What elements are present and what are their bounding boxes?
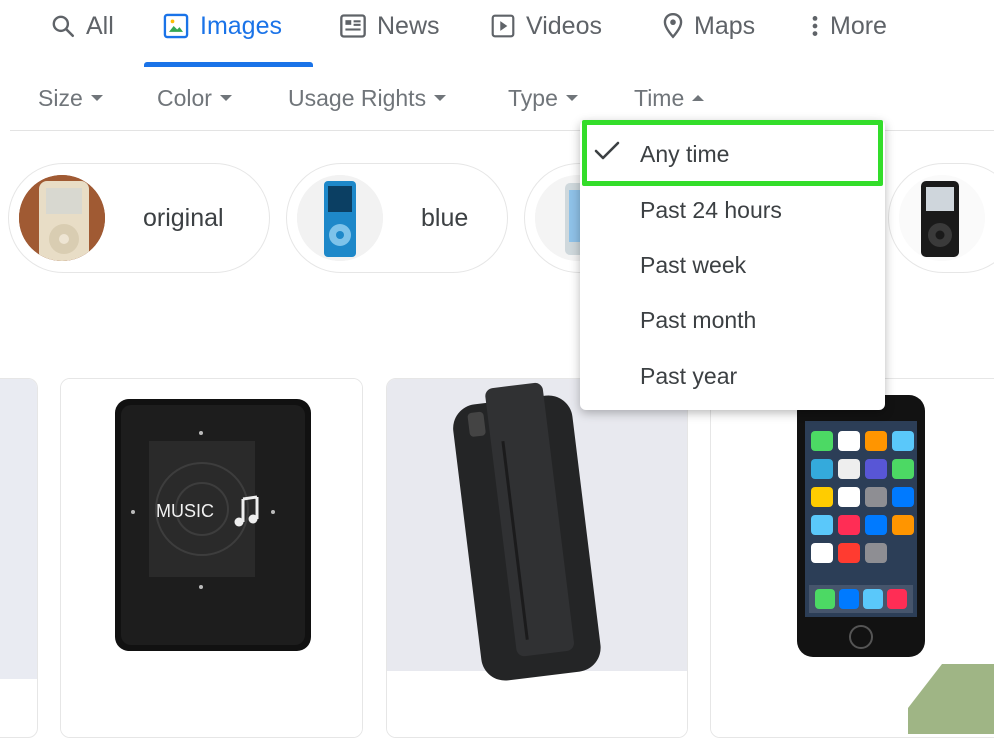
time-option-past-week[interactable]: Past week: [640, 243, 746, 287]
time-option-any-time-label: Any time: [640, 140, 730, 167]
tab-images[interactable]: Images: [162, 8, 282, 44]
caret-down-icon: [219, 95, 232, 101]
time-option-past-24-hours[interactable]: Past 24 hours: [640, 188, 782, 232]
tab-videos-label: Videos: [526, 11, 602, 40]
filter-type[interactable]: Type: [508, 84, 578, 112]
filter-color[interactable]: Color: [157, 84, 232, 112]
time-option-past-year-label: Past year: [640, 362, 738, 389]
result-image-mp3-player[interactable]: MUSIC: [60, 378, 363, 738]
tab-all-label: All: [86, 11, 114, 40]
filter-size-label: Size: [38, 84, 83, 111]
play-icon: [490, 13, 516, 39]
time-option-past-24-hours-label: Past 24 hours: [640, 196, 782, 223]
caret-down-icon: [90, 95, 103, 101]
filter-size[interactable]: Size: [38, 84, 103, 112]
chip-original-label: original: [143, 203, 224, 232]
chip-black-thumbnail: [899, 175, 985, 261]
map-pin-icon: [662, 12, 684, 40]
caret-down-icon: [565, 95, 578, 101]
filter-color-label: Color: [157, 84, 212, 111]
filter-time[interactable]: Time: [634, 84, 705, 112]
result-image-partial[interactable]: [0, 378, 38, 738]
chip-blue-thumbnail: [297, 175, 383, 261]
more-vertical-icon: [810, 13, 820, 39]
tab-maps[interactable]: Maps: [662, 8, 755, 44]
newspaper-icon: [339, 13, 367, 39]
time-option-past-month-label: Past month: [640, 306, 757, 333]
filter-type-label: Type: [508, 84, 558, 111]
result-image-phone-case[interactable]: [386, 378, 688, 738]
active-tab-indicator: [144, 62, 313, 67]
tab-more[interactable]: More: [810, 8, 887, 44]
chip-black[interactable]: [888, 163, 994, 273]
time-option-past-week-label: Past week: [640, 251, 747, 278]
tab-maps-label: Maps: [694, 11, 756, 40]
tab-videos[interactable]: Videos: [490, 8, 602, 44]
tab-news-label: News: [377, 11, 440, 40]
chip-blue-label: blue: [421, 203, 469, 232]
filter-time-label: Time: [634, 84, 685, 111]
time-option-past-month[interactable]: Past month: [640, 298, 756, 342]
caret-down-icon: [434, 95, 447, 101]
filter-usage-rights[interactable]: Usage Rights: [288, 84, 447, 112]
filter-bar: Size Color Usage Rights Type Time: [0, 72, 994, 122]
image-icon: [162, 12, 190, 40]
filter-usage-rights-label: Usage Rights: [288, 84, 427, 111]
check-icon: [594, 140, 620, 167]
time-dropdown-menu: Any time Past 24 hours Past week Past mo…: [580, 120, 885, 410]
search-tabs: All Images News Videos Maps More: [0, 0, 994, 68]
caret-up-icon: [692, 95, 705, 101]
chip-original[interactable]: original: [8, 163, 270, 273]
tab-more-label: More: [830, 11, 887, 40]
time-option-past-year[interactable]: Past year: [640, 354, 737, 398]
search-icon: [50, 13, 76, 39]
tab-all[interactable]: All: [50, 8, 114, 44]
corner-decoration: [908, 664, 994, 739]
tab-news[interactable]: News: [339, 8, 440, 44]
tab-images-label: Images: [200, 11, 282, 40]
time-option-any-time[interactable]: Any time: [640, 132, 729, 176]
chip-original-thumbnail: [19, 175, 105, 261]
mp3-screen-text: MUSIC: [156, 501, 214, 521]
chip-blue[interactable]: blue: [286, 163, 508, 273]
